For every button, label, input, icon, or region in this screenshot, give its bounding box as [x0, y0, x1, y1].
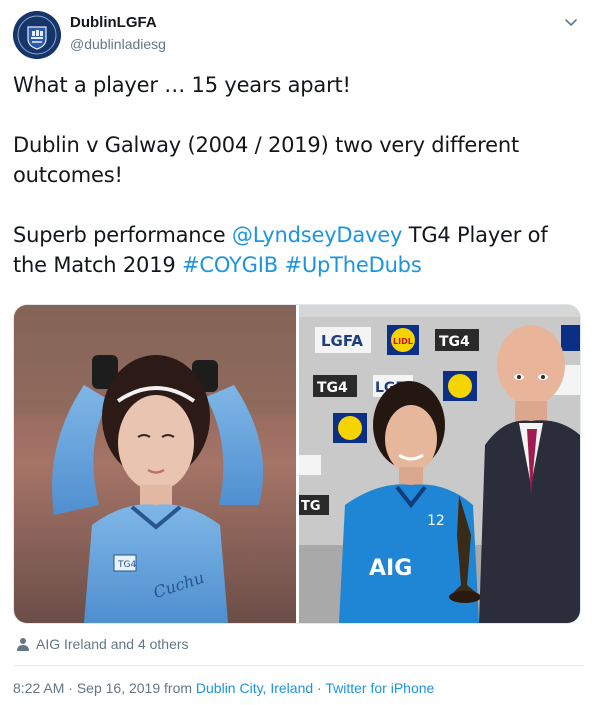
tweet-meta: 8:22 AM · Sep 16, 2019 from Dublin City,… [13, 680, 434, 696]
user-handle[interactable]: @dublinladiesg [70, 36, 166, 52]
signage-tg4: TG4 [439, 334, 470, 350]
photo-left[interactable]: TG4 Cuchu [14, 305, 296, 623]
tweet-text: What a player … 15 years apart! Dublin v… [13, 70, 585, 280]
avatar[interactable] [13, 11, 61, 59]
meta-separator-1: · [68, 680, 73, 696]
tweet-line-2: Dublin v Galway (2004 / 2019) two very d… [13, 133, 526, 187]
likers-summary[interactable]: AIG Ireland and 4 others [16, 636, 189, 652]
signage-lidl: LIDL [393, 337, 413, 346]
chevron-down-icon[interactable] [563, 14, 579, 30]
photo-right[interactable]: LGFA LIDL TG4 TG4 LGF TG [299, 305, 580, 623]
svg-text:TG: TG [301, 499, 321, 514]
svg-text:12: 12 [427, 513, 445, 529]
source-link[interactable]: Twitter for iPhone [325, 680, 434, 696]
tweet-line-1: What a player … 15 years apart! [13, 73, 351, 97]
tweet-line-3: Superb performance @LyndseyDavey TG4 Pla… [13, 220, 585, 280]
from-label: from [164, 680, 193, 696]
divider [13, 665, 584, 666]
meta-separator-2: · [317, 680, 322, 696]
mention-link[interactable]: @LyndseyDavey [232, 223, 403, 247]
svg-text:TG4: TG4 [317, 380, 348, 396]
likers-text[interactable]: AIG Ireland and 4 others [36, 636, 189, 652]
svg-text:AIG: AIG [369, 556, 412, 581]
tweet-line-3-prefix: Superb performance [13, 223, 232, 247]
media-grid: TG4 Cuchu LGFA LIDL TG4 TG4 LGF [13, 304, 581, 624]
hashtag-link-coygib[interactable]: #COYGIB [182, 253, 278, 277]
signage-lgfa: LGFA [321, 332, 363, 350]
display-name[interactable]: DublinLGFA [70, 14, 157, 31]
svg-text:TG4: TG4 [117, 560, 136, 570]
tweet-date[interactable]: Sep 16, 2019 [77, 680, 160, 696]
location-link[interactable]: Dublin City, Ireland [196, 680, 313, 696]
tweet-time[interactable]: 8:22 AM [13, 680, 64, 696]
person-icon [17, 638, 29, 651]
hashtag-link-upthedubs[interactable]: #UpTheDubs [284, 253, 421, 277]
